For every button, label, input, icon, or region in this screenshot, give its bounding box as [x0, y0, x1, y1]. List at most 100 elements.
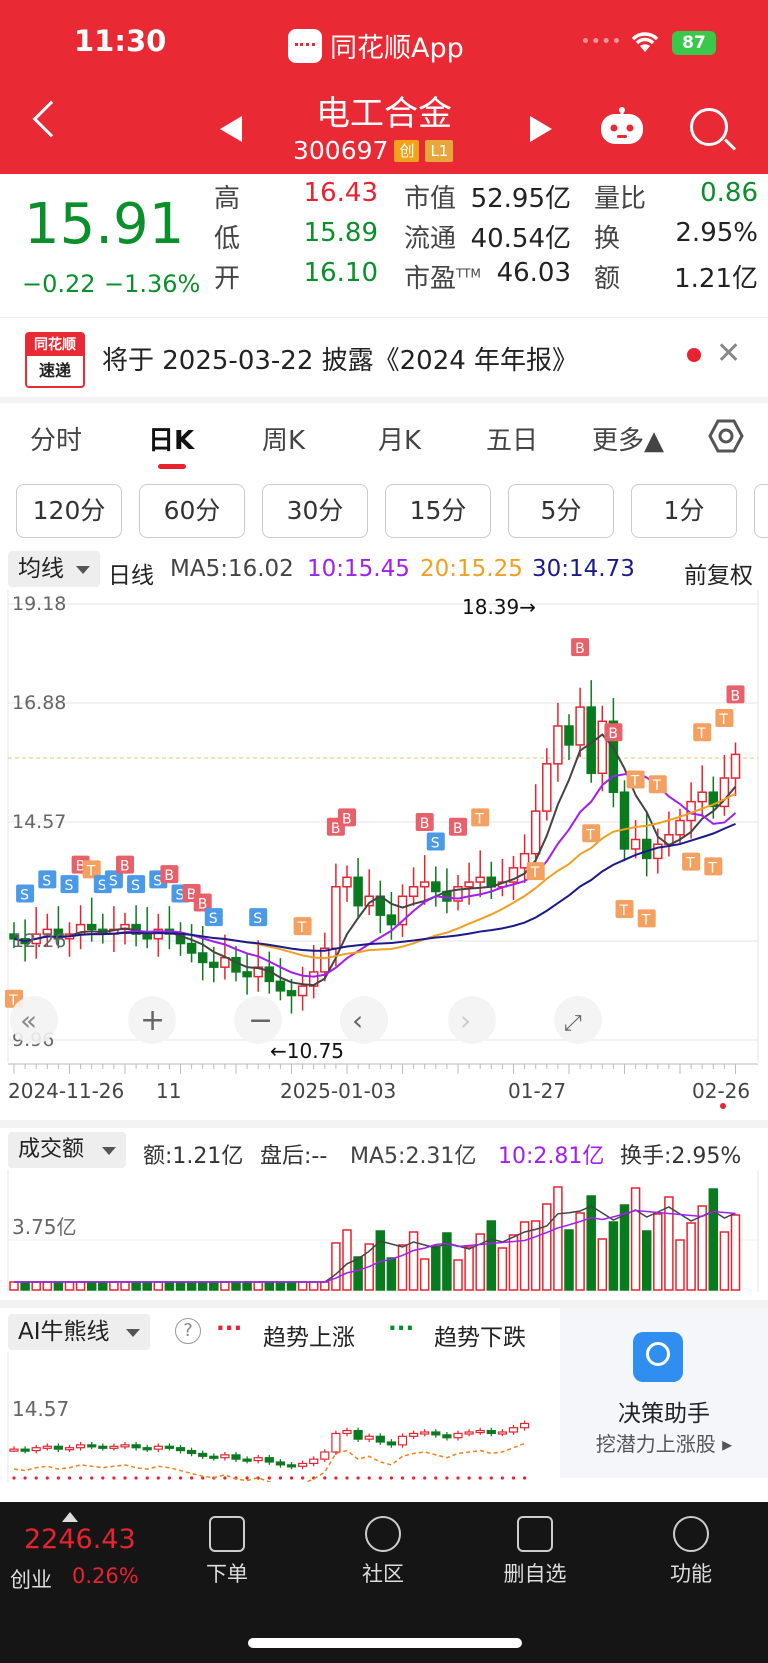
unread-dot-icon: [687, 348, 701, 362]
ai-trend-dot: [412, 1476, 416, 1480]
ai-candle-body: [342, 1429, 352, 1435]
ma10-value: 10:15.45: [307, 556, 410, 582]
marker-label: T: [619, 903, 629, 919]
news-text[interactable]: 将于 2025-03-22 披露《2024 年年报》: [102, 340, 578, 377]
tab-weekly-k[interactable]: 周K: [262, 420, 305, 457]
btn-30min[interactable]: 30分: [262, 484, 368, 538]
index-value[interactable]: 2246.43: [24, 1524, 136, 1555]
kline-chart[interactable]: TSS SB TS SBS S BS BBS STBB BSBTTBTBTTTTTTTTB 19…: [0, 590, 768, 1130]
ma-legend: 均线 日线 MA5:16.02 10:15.45 20:15.25 30:14.…: [0, 548, 768, 590]
ai-candle-body: [187, 1449, 197, 1455]
candle-body: [575, 706, 585, 746]
news-banner[interactable]: 同花顺 速递 将于 2025-03-22 披露《2024 年年报》: [0, 317, 768, 397]
volume-bar: [42, 1281, 53, 1291]
marker-label: T: [474, 811, 484, 827]
btn-1min[interactable]: 1分: [631, 484, 737, 538]
last-price: 15.91: [24, 192, 185, 257]
volume-bar: [286, 1281, 297, 1291]
tab-functions[interactable]: 功能: [636, 1516, 746, 1588]
price-change: −0.22: [22, 270, 96, 298]
tab-remove-watch[interactable]: 删自选: [480, 1516, 590, 1588]
volume-bar: [486, 1220, 497, 1291]
candle-body: [286, 990, 297, 997]
next-stock-icon[interactable]: [530, 116, 552, 142]
volume-bar: [697, 1205, 707, 1291]
ai-trend-dot: [500, 1476, 504, 1480]
minute-buttons: 120分 60分 30分 15分 5分 1分: [0, 482, 768, 542]
marker-label: B: [120, 859, 130, 875]
order-icon: [209, 1516, 245, 1552]
candle-body: [186, 942, 197, 954]
marker-label: S: [20, 888, 29, 904]
ai-trend-dot: [434, 1476, 438, 1480]
ai-candle-body: [198, 1452, 208, 1457]
prev-page-button[interactable]: [340, 996, 388, 1044]
decision-assistant-card[interactable]: 决策助手 挖潜力上涨股 ▸: [560, 1308, 768, 1478]
btn-5min[interactable]: 5分: [508, 484, 614, 538]
candle-body: [342, 876, 352, 888]
app-logo-icon: [288, 28, 322, 63]
tab-five-day[interactable]: 五日: [486, 420, 538, 457]
close-icon[interactable]: ✕: [716, 336, 741, 371]
adjust-mode[interactable]: 前复权: [684, 556, 753, 590]
btn-15min[interactable]: 15分: [385, 484, 491, 538]
btn-120min[interactable]: 120分: [16, 484, 122, 538]
candle-body: [553, 725, 563, 765]
chart-nav: « + − ‹ › ⤢: [10, 996, 602, 1044]
volume-chart: 3.75亿: [7, 1170, 759, 1292]
tab-order[interactable]: 下单: [172, 1516, 282, 1588]
tab-intraday[interactable]: 分时: [30, 420, 82, 457]
marker-label: S: [431, 836, 440, 852]
ai-candle-body: [309, 1458, 319, 1465]
candle-body: [197, 952, 208, 964]
volume-bar: [630, 1187, 641, 1291]
ai-candle-body: [375, 1435, 385, 1443]
volume-amount: 额:1.21亿: [143, 1144, 244, 1169]
functions-icon: [673, 1516, 709, 1552]
tab-more[interactable]: 更多▲: [592, 420, 664, 457]
candle-body: [297, 985, 308, 997]
robot-assistant-icon[interactable]: [598, 106, 646, 146]
volume-bar: [153, 1281, 164, 1291]
expand-up-icon[interactable]: [62, 1512, 78, 1522]
volume-bars: [9, 1186, 741, 1291]
volume-bar: [164, 1281, 175, 1291]
volume-selector[interactable]: 成交额: [8, 1132, 126, 1168]
ai-ytick: 14.57: [12, 1397, 69, 1421]
ai-candle-body: [298, 1462, 308, 1467]
ai-candle-body: [420, 1431, 430, 1435]
settings-icon[interactable]: [708, 418, 744, 454]
candles: [9, 680, 741, 1014]
vol-ratio-value: 0.86: [700, 178, 758, 208]
ai-candle-body: [142, 1447, 152, 1451]
ai-trend-dot: [56, 1476, 61, 1480]
ai-candle-body: [431, 1431, 441, 1436]
tab-daily-k[interactable]: 日K: [148, 420, 194, 457]
search-icon[interactable]: [690, 108, 728, 146]
ai-candle-body: [98, 1445, 108, 1449]
candle-body: [275, 980, 286, 992]
ai-candle-body: [64, 1447, 75, 1451]
volume-bar: [419, 1258, 430, 1291]
marker-label: T: [297, 920, 307, 936]
volume-bar: [220, 1281, 230, 1291]
candle-body: [464, 881, 474, 888]
help-icon[interactable]: ?: [175, 1318, 201, 1344]
ma-selector[interactable]: 均线: [8, 551, 100, 587]
ai-candle-body: [464, 1431, 474, 1435]
index-pct: 0.26%: [72, 1564, 139, 1588]
btn-more-min[interactable]: [754, 484, 768, 538]
marker-label: B: [453, 821, 463, 837]
btn-60min[interactable]: 60分: [139, 484, 245, 538]
assistant-sub[interactable]: 挖潜力上涨股 ▸: [560, 1428, 768, 1457]
next-page-button[interactable]: [448, 996, 496, 1044]
tab-community[interactable]: 社区: [328, 1516, 438, 1588]
volume-after: 盘后:--: [260, 1144, 328, 1169]
ai-candle-body: [497, 1431, 507, 1435]
ai-selector[interactable]: AI牛熊线: [8, 1314, 150, 1350]
ai-trend-dot: [79, 1476, 83, 1480]
tab-monthly-k[interactable]: 月K: [378, 420, 421, 457]
divider: [0, 1120, 768, 1128]
marker-label: T: [718, 712, 728, 728]
ai-candle-body: [42, 1445, 52, 1449]
